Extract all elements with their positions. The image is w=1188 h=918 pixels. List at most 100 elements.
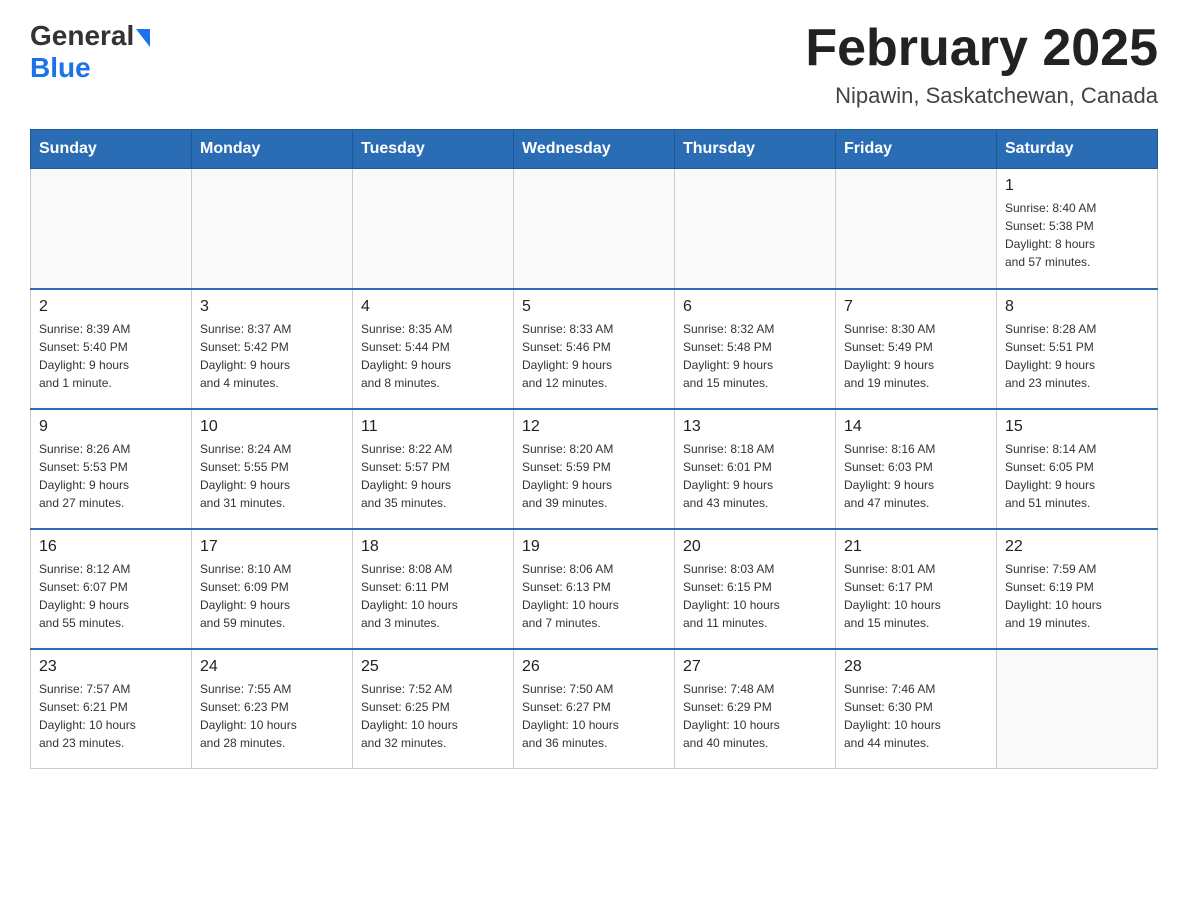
day-number: 18 [361,538,505,556]
day-info: Sunrise: 7:46 AMSunset: 6:30 PMDaylight:… [844,680,988,752]
day-info: Sunrise: 8:28 AMSunset: 5:51 PMDaylight:… [1005,320,1149,392]
calendar-week-row: 2 Sunrise: 8:39 AMSunset: 5:40 PMDaylight… [31,289,1158,409]
calendar-day-cell: 20 Sunrise: 8:03 AMSunset: 6:15 PMDayligh… [675,529,836,649]
day-info: Sunrise: 8:14 AMSunset: 6:05 PMDaylight:… [1005,440,1149,512]
calendar-week-row: 1Sunrise: 8:40 AMSunset: 5:38 PMDaylight… [31,169,1158,289]
day-number: 15 [1005,418,1149,436]
calendar-day-cell [31,169,192,289]
day-number: 1 [1005,177,1149,195]
calendar-day-cell: 22 Sunrise: 7:59 AMSunset: 6:19 PMDayligh… [997,529,1158,649]
calendar-day-cell: 24 Sunrise: 7:55 AMSunset: 6:23 PMDayligh… [192,649,353,769]
day-number: 26 [522,658,666,676]
calendar-day-cell [353,169,514,289]
calendar-day-cell [836,169,997,289]
day-info: Sunrise: 8:12 AMSunset: 6:07 PMDaylight:… [39,560,183,632]
day-number: 28 [844,658,988,676]
calendar-day-cell: 11 Sunrise: 8:22 AMSunset: 5:57 PMDayligh… [353,409,514,529]
day-info: Sunrise: 8:16 AMSunset: 6:03 PMDaylight:… [844,440,988,512]
day-info: Sunrise: 8:30 AMSunset: 5:49 PMDaylight:… [844,320,988,392]
day-info: Sunrise: 8:08 AMSunset: 6:11 PMDaylight:… [361,560,505,632]
header-wednesday: Wednesday [514,130,675,169]
calendar-day-cell: 9 Sunrise: 8:26 AMSunset: 5:53 PMDaylight… [31,409,192,529]
calendar-table: Sunday Monday Tuesday Wednesday Thursday… [30,129,1158,769]
page-subtitle: Nipawin, Saskatchewan, Canada [805,83,1158,109]
logo-arrow-icon [136,29,150,47]
day-info: Sunrise: 7:52 AMSunset: 6:25 PMDaylight:… [361,680,505,752]
calendar-day-cell: 17 Sunrise: 8:10 AMSunset: 6:09 PMDayligh… [192,529,353,649]
day-info: Sunrise: 7:55 AMSunset: 6:23 PMDaylight:… [200,680,344,752]
day-info: Sunrise: 8:03 AMSunset: 6:15 PMDaylight:… [683,560,827,632]
day-info: Sunrise: 7:50 AMSunset: 6:27 PMDaylight:… [522,680,666,752]
day-number: 16 [39,538,183,556]
day-info: Sunrise: 8:20 AMSunset: 5:59 PMDaylight:… [522,440,666,512]
header-thursday: Thursday [675,130,836,169]
calendar-week-row: 23 Sunrise: 7:57 AMSunset: 6:21 PMDayligh… [31,649,1158,769]
day-info: Sunrise: 7:59 AMSunset: 6:19 PMDaylight:… [1005,560,1149,632]
day-number: 4 [361,298,505,316]
header-saturday: Saturday [997,130,1158,169]
day-info: Sunrise: 8:26 AMSunset: 5:53 PMDaylight:… [39,440,183,512]
calendar-day-cell: 8 Sunrise: 8:28 AMSunset: 5:51 PMDaylight… [997,289,1158,409]
day-number: 23 [39,658,183,676]
calendar-day-cell: 13Sunrise: 8:18 AMSunset: 6:01 PMDayligh… [675,409,836,529]
day-info: Sunrise: 8:18 AMSunset: 6:01 PMDaylight:… [683,440,827,512]
day-number: 9 [39,418,183,436]
day-info: Sunrise: 8:06 AMSunset: 6:13 PMDaylight:… [522,560,666,632]
title-block: February 2025 Nipawin, Saskatchewan, Can… [805,20,1158,109]
header-sunday: Sunday [31,130,192,169]
calendar-day-cell: 7Sunrise: 8:30 AMSunset: 5:49 PMDaylight… [836,289,997,409]
calendar-week-row: 16 Sunrise: 8:12 AMSunset: 6:07 PMDayligh… [31,529,1158,649]
day-info: Sunrise: 8:37 AMSunset: 5:42 PMDaylight:… [200,320,344,392]
calendar-day-cell: 19 Sunrise: 8:06 AMSunset: 6:13 PMDayligh… [514,529,675,649]
header-friday: Friday [836,130,997,169]
calendar-day-cell [997,649,1158,769]
day-number: 25 [361,658,505,676]
day-number: 19 [522,538,666,556]
day-info: Sunrise: 8:10 AMSunset: 6:09 PMDaylight:… [200,560,344,632]
day-number: 11 [361,418,505,436]
day-info: Sunrise: 8:39 AMSunset: 5:40 PMDaylight:… [39,320,183,392]
day-number: 5 [522,298,666,316]
calendar-day-cell: 27 Sunrise: 7:48 AMSunset: 6:29 PMDayligh… [675,649,836,769]
page-title: February 2025 [805,20,1158,77]
weekday-header-row: Sunday Monday Tuesday Wednesday Thursday… [31,130,1158,169]
logo-general-text: General [30,20,134,52]
day-number: 2 [39,298,183,316]
day-number: 17 [200,538,344,556]
calendar-day-cell: 18 Sunrise: 8:08 AMSunset: 6:11 PMDayligh… [353,529,514,649]
calendar-day-cell: 21 Sunrise: 8:01 AMSunset: 6:17 PMDayligh… [836,529,997,649]
calendar-day-cell: 28 Sunrise: 7:46 AMSunset: 6:30 PMDayligh… [836,649,997,769]
day-info: Sunrise: 8:24 AMSunset: 5:55 PMDaylight:… [200,440,344,512]
calendar-day-cell: 23 Sunrise: 7:57 AMSunset: 6:21 PMDayligh… [31,649,192,769]
day-number: 24 [200,658,344,676]
day-number: 12 [522,418,666,436]
day-number: 20 [683,538,827,556]
day-info: Sunrise: 7:48 AMSunset: 6:29 PMDaylight:… [683,680,827,752]
calendar-day-cell: 15 Sunrise: 8:14 AMSunset: 6:05 PMDayligh… [997,409,1158,529]
day-info: Sunrise: 8:22 AMSunset: 5:57 PMDaylight:… [361,440,505,512]
day-number: 14 [844,418,988,436]
day-number: 8 [1005,298,1149,316]
day-info: Sunrise: 7:57 AMSunset: 6:21 PMDaylight:… [39,680,183,752]
calendar-day-cell [675,169,836,289]
day-number: 21 [844,538,988,556]
day-number: 3 [200,298,344,316]
day-number: 27 [683,658,827,676]
calendar-day-cell: 3 Sunrise: 8:37 AMSunset: 5:42 PMDaylight… [192,289,353,409]
logo: General Blue [30,20,150,84]
header-tuesday: Tuesday [353,130,514,169]
calendar-day-cell: 10 Sunrise: 8:24 AMSunset: 5:55 PMDayligh… [192,409,353,529]
day-info: Sunrise: 8:35 AMSunset: 5:44 PMDaylight:… [361,320,505,392]
calendar-week-row: 9 Sunrise: 8:26 AMSunset: 5:53 PMDaylight… [31,409,1158,529]
day-number: 6 [683,298,827,316]
header-monday: Monday [192,130,353,169]
day-info: Sunrise: 8:01 AMSunset: 6:17 PMDaylight:… [844,560,988,632]
calendar-day-cell: 2 Sunrise: 8:39 AMSunset: 5:40 PMDaylight… [31,289,192,409]
calendar-day-cell: 26 Sunrise: 7:50 AMSunset: 6:27 PMDayligh… [514,649,675,769]
calendar-day-cell: 1Sunrise: 8:40 AMSunset: 5:38 PMDaylight… [997,169,1158,289]
day-info: Sunrise: 8:33 AMSunset: 5:46 PMDaylight:… [522,320,666,392]
calendar-day-cell [514,169,675,289]
calendar-day-cell: 16 Sunrise: 8:12 AMSunset: 6:07 PMDayligh… [31,529,192,649]
day-number: 10 [200,418,344,436]
day-number: 22 [1005,538,1149,556]
